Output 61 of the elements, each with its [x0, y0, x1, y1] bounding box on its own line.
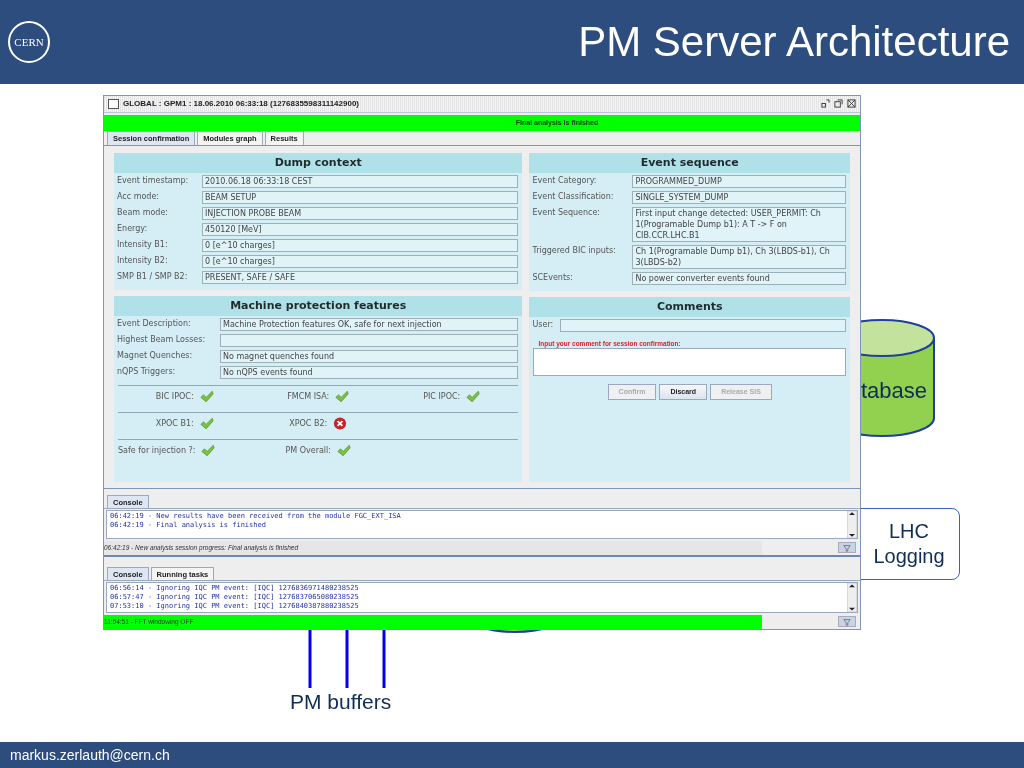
value-field: 0 [e^10 charges]: [202, 239, 519, 253]
scrollbar[interactable]: [847, 511, 857, 538]
field-label: Event Category:: [532, 175, 598, 188]
logging-label: Logging: [872, 544, 946, 569]
field-label: SCEvents:: [532, 272, 574, 285]
user-field[interactable]: [560, 319, 846, 333]
comment-field[interactable]: [533, 347, 846, 376]
field-label: Triggered BIC inputs:: [532, 245, 617, 258]
value-field: PRESENT, SAFE / SAFE: [202, 271, 519, 285]
check-label: FMCM ISA:: [287, 392, 330, 402]
check-label: BIC IPOC:: [155, 392, 194, 402]
check-label: Safe for injection ?:: [118, 446, 196, 456]
field-label: nQPS Triggers:: [117, 366, 177, 379]
field-label: Event Description:: [117, 318, 192, 331]
maximize-icon[interactable]: [834, 99, 843, 109]
value-field: 0 [e^10 charges]: [202, 255, 519, 269]
panel-heading: Machine protection features: [114, 295, 523, 316]
panel-heading: Event sequence: [529, 152, 850, 173]
field-label: Beam mode:: [117, 207, 170, 220]
value-field: BEAM SETUP: [202, 191, 519, 205]
value-field: Ch 1(Programable Dump b1), Ch 3(LBDS-b1), Ch 3(LBDS-b2): [632, 245, 846, 270]
value-field: 2010.06.18 06:33:18 CEST: [202, 175, 519, 189]
value-field: SINGLE_SYSTEM_DUMP: [632, 191, 846, 205]
check-label: PM Overall:: [285, 446, 331, 456]
field-label: Energy:: [117, 223, 149, 236]
scrollbar[interactable]: [847, 583, 857, 612]
footer-email: markus.zerlauth@cern.ch: [10, 747, 170, 763]
minimize-icon[interactable]: [821, 99, 830, 109]
value-field: No magnet quenches found: [220, 350, 519, 364]
window-title: GLOBAL : GPM1 : 18.06.2010 06:33:18 (1276835598311142900): [123, 99, 360, 109]
close-icon[interactable]: [847, 99, 856, 109]
check-label: XPOC B2:: [289, 419, 328, 429]
filter-icon: [843, 543, 851, 552]
field-label: User:: [532, 319, 555, 332]
value-field: 450120 [MeV]: [202, 223, 519, 237]
panel-heading: Comments: [529, 296, 850, 317]
field-label: Highest Beam Losses:: [117, 334, 207, 347]
logo: CERN: [8, 21, 50, 63]
value-field: First input change detected: USER_PERMIT: Ch 1(Programable Dump b1): A T -> F on CIB.CCR.LHC.B1: [632, 207, 846, 243]
panel-heading: Dump context: [114, 152, 523, 173]
value-field: No nQPS events found: [220, 366, 519, 380]
check-label: XPOC B1:: [155, 419, 194, 429]
logging-label: LHC: [888, 519, 930, 544]
window-icon: [108, 98, 119, 109]
value-field: Machine Protection features OK, safe for next injection: [220, 318, 519, 332]
filter-icon: [843, 617, 851, 626]
field-label: Event timestamp:: [117, 175, 190, 188]
field-label: Magnet Quenches:: [117, 350, 194, 363]
database-label: tabase: [861, 378, 928, 404]
check-label: PIC IPOC:: [423, 392, 461, 402]
field-label: Intensity B1:: [117, 239, 169, 252]
value-field: INJECTION PROBE BEAM: [202, 207, 519, 221]
field-label: Event Classification:: [532, 191, 615, 204]
field-label: SMP B1 / SMP B2:: [117, 271, 189, 284]
slide-title: PM Server Architecture: [578, 18, 1010, 66]
field-label: Event Sequence:: [532, 207, 602, 220]
value-field: PROGRAMMED_DUMP: [632, 175, 846, 189]
value-field: No power converter events found: [632, 272, 846, 286]
field-label: Intensity B2:: [117, 255, 169, 268]
field-label: Acc mode:: [117, 191, 161, 204]
buffers-label: PM buffers: [290, 690, 392, 714]
